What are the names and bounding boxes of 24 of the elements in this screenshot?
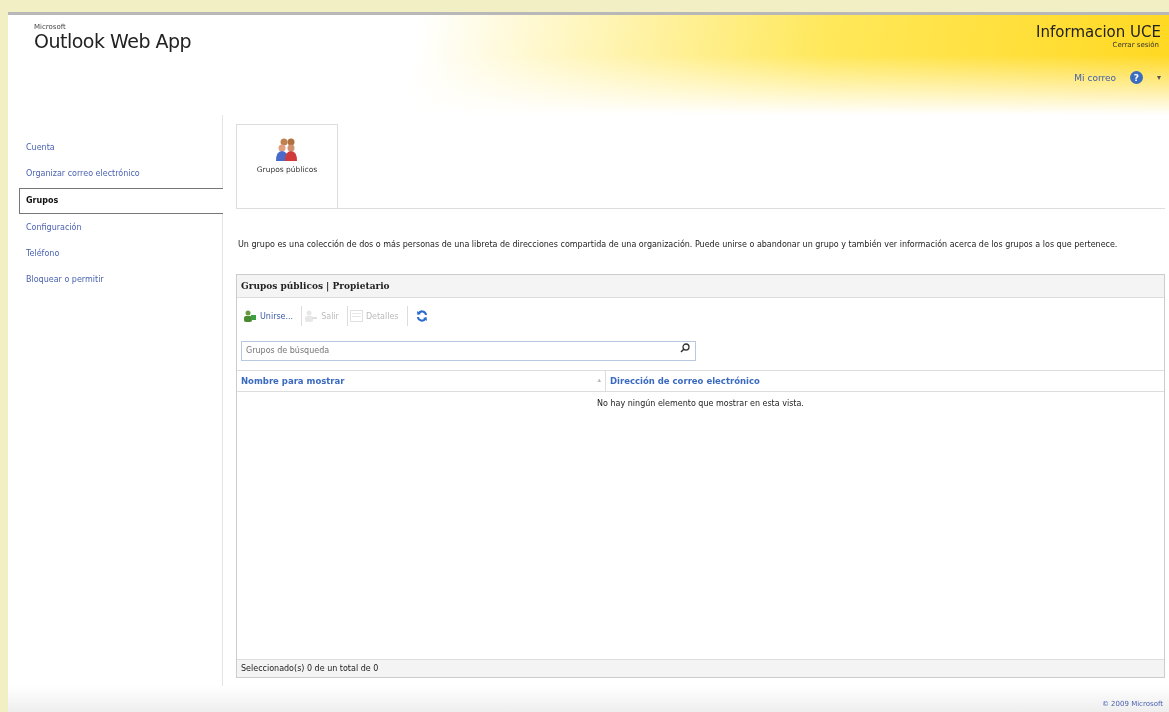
search-field[interactable]: Grupos de búsqueda: [241, 340, 696, 361]
search-icon: [680, 343, 690, 353]
sidebar-item[interactable]: Configuración: [8, 216, 222, 240]
details-icon: [349, 310, 363, 322]
user-name: Informacion UCE: [1036, 23, 1161, 41]
sidebar-item[interactable]: Teléfono: [8, 242, 222, 266]
panel-title: Grupos públicos | Propietario: [237, 275, 1164, 298]
status-bar: Seleccionado(s) 0 de un total de 0: [237, 659, 1164, 677]
sidebar-item[interactable]: Cuenta: [8, 136, 222, 160]
people-add-icon: [243, 310, 257, 322]
sidebar-item[interactable]: Bloquear o permitir: [8, 268, 222, 292]
join-button[interactable]: Unirse...: [241, 306, 303, 326]
people-remove-icon: [304, 310, 319, 322]
refresh-icon: [415, 310, 428, 322]
app-logo: Outlook Web App: [34, 31, 192, 51]
help-icon[interactable]: ?: [1130, 71, 1143, 84]
sidebar-item[interactable]: Organizar correo electrónico: [8, 162, 222, 186]
column-header[interactable]: Dirección de correo electrónico: [605, 370, 1164, 392]
empty-message: No hay ningún elemento que mostrar en esta vista.: [596, 398, 805, 408]
my-mail-link[interactable]: Mi correo: [1074, 72, 1116, 83]
description-text: Un grupo es una colección de dos o más personas de una libreta de direcciones compartida de una organización. Puede unirse o abandonar un grupo y también ver información acerca de los grupos a los que pertenece.: [238, 239, 1119, 250]
caret-icon[interactable]: ▾: [1157, 73, 1161, 82]
people-group-icon: [275, 137, 299, 161]
sidebar-item[interactable]: Grupos: [19, 188, 223, 214]
